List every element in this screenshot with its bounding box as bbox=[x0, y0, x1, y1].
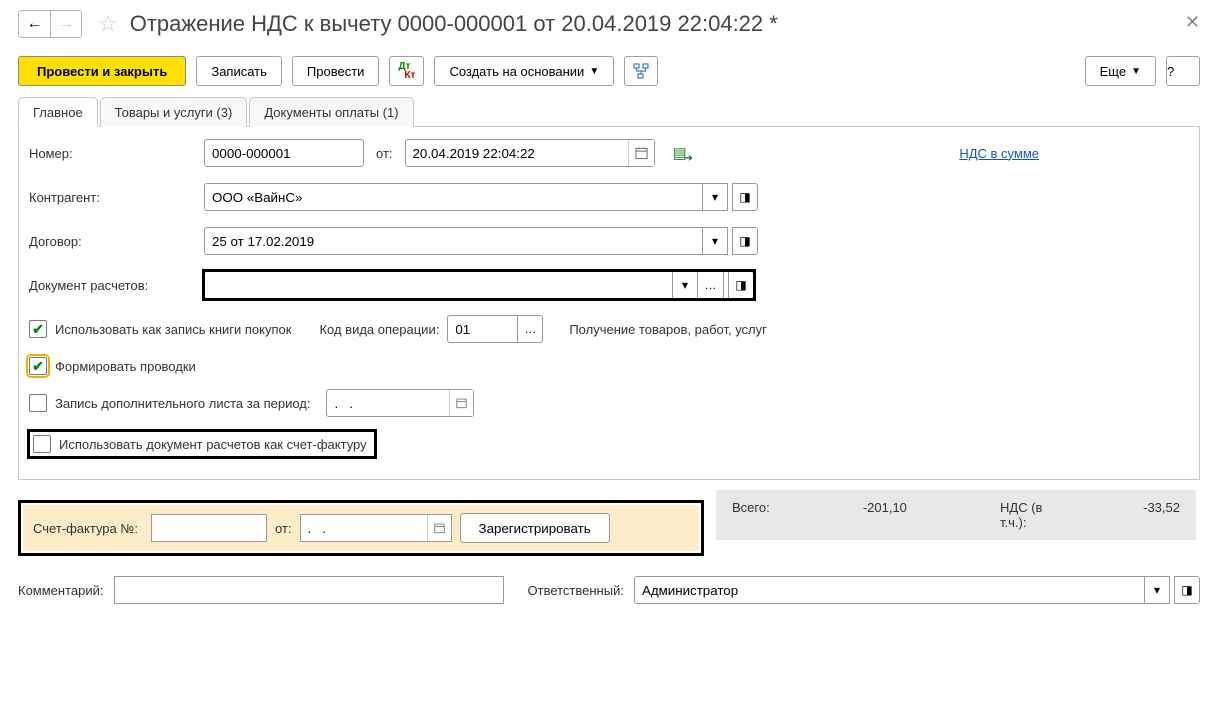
settlement-doc-select-button[interactable]: … bbox=[698, 271, 724, 299]
number-label: Номер: bbox=[29, 146, 204, 161]
use-settlement-as-invoice-label: Использовать документ расчетов как счет-… bbox=[59, 437, 367, 452]
counterparty-label: Контрагент: bbox=[29, 190, 204, 205]
contract-open-button[interactable]: ◨ bbox=[732, 227, 758, 255]
page-title: Отражение НДС к вычету 0000-000001 от 20… bbox=[130, 11, 778, 37]
debit-credit-button[interactable]: ДтКт bbox=[389, 56, 424, 86]
contract-label: Договор: bbox=[29, 234, 204, 249]
op-code-select-button[interactable]: … bbox=[517, 315, 543, 343]
responsible-label: Ответственный: bbox=[528, 583, 624, 598]
post-button[interactable]: Провести bbox=[292, 56, 380, 86]
contract-input[interactable] bbox=[204, 227, 702, 255]
settlement-doc-input[interactable] bbox=[204, 271, 672, 299]
dtkt-icon: ДтКт bbox=[398, 62, 415, 80]
generate-postings-label: Формировать проводки bbox=[55, 359, 196, 374]
invoice-calendar-button[interactable] bbox=[427, 515, 451, 541]
counterparty-input[interactable] bbox=[204, 183, 702, 211]
vat-value: -33,52 bbox=[1143, 500, 1180, 515]
settlement-doc-label: Документ расчетов: bbox=[29, 278, 204, 293]
apply-icon[interactable]: ▤➔ bbox=[673, 144, 687, 162]
extra-sheet-calendar-button[interactable] bbox=[449, 390, 473, 416]
tab-payments[interactable]: Документы оплаты (1) bbox=[249, 97, 413, 127]
comment-label: Комментарий: bbox=[18, 583, 104, 598]
settlement-doc-group: ▾ … ◨ bbox=[204, 271, 754, 299]
responsible-input[interactable] bbox=[634, 576, 1144, 604]
structure-button[interactable] bbox=[624, 56, 658, 86]
op-code-input[interactable] bbox=[447, 315, 517, 343]
chevron-down-icon: ▼ bbox=[589, 66, 599, 77]
op-code-description: Получение товаров, работ, услуг bbox=[569, 322, 767, 337]
tab-goods[interactable]: Товары и услуги (3) bbox=[100, 97, 248, 127]
create-based-on-button[interactable]: Создать на основании ▼ bbox=[434, 56, 614, 86]
nav-forward-button[interactable]: → bbox=[50, 10, 82, 38]
counterparty-open-button[interactable]: ◨ bbox=[732, 183, 758, 211]
calendar-icon bbox=[456, 396, 467, 410]
save-button[interactable]: Записать bbox=[196, 56, 282, 86]
chevron-down-icon: ▼ bbox=[1131, 66, 1141, 77]
post-and-close-button[interactable]: Провести и закрыть bbox=[18, 56, 186, 86]
counterparty-dropdown-button[interactable]: ▾ bbox=[702, 183, 728, 211]
responsible-open-button[interactable]: ◨ bbox=[1174, 576, 1200, 604]
create-based-on-label: Создать на основании bbox=[449, 64, 584, 79]
date-input[interactable] bbox=[405, 139, 655, 167]
total-value: -201,10 bbox=[863, 500, 907, 515]
extra-sheet-checkbox[interactable] bbox=[29, 394, 47, 412]
settlement-doc-dropdown-button[interactable]: ▾ bbox=[672, 271, 698, 299]
invoice-label: Счет-фактура №: bbox=[33, 521, 143, 536]
tab-main[interactable]: Главное bbox=[18, 97, 98, 127]
generate-postings-checkbox[interactable]: ✔ bbox=[29, 357, 47, 375]
calendar-button[interactable] bbox=[628, 140, 654, 166]
vat-mode-link[interactable]: НДС в сумме bbox=[959, 146, 1039, 161]
register-invoice-button[interactable]: Зарегистрировать bbox=[460, 513, 610, 543]
responsible-dropdown-button[interactable]: ▾ bbox=[1144, 576, 1170, 604]
invoice-group: Счет-фактура №: от: Зарегистрировать bbox=[18, 500, 704, 556]
from-label: от: bbox=[376, 146, 393, 161]
use-as-book-entry-checkbox[interactable]: ✔ bbox=[29, 320, 47, 338]
number-input[interactable] bbox=[204, 139, 364, 167]
op-code-label: Код вида операции: bbox=[319, 322, 439, 337]
calendar-icon bbox=[635, 146, 648, 160]
more-button[interactable]: Еще ▼ bbox=[1085, 56, 1156, 86]
more-label: Еще bbox=[1100, 64, 1126, 79]
totals-panel: Всего: -201,10 НДС (в т.ч.): -33,52 bbox=[716, 490, 1196, 540]
settlement-doc-open-button[interactable]: ◨ bbox=[728, 271, 754, 299]
invoice-number-input[interactable] bbox=[151, 514, 267, 542]
nav-back-button[interactable]: ← bbox=[18, 10, 50, 38]
contract-dropdown-button[interactable]: ▾ bbox=[702, 227, 728, 255]
close-icon[interactable]: ✕ bbox=[1185, 12, 1200, 33]
use-settlement-as-invoice-row: Использовать документ расчетов как счет-… bbox=[29, 431, 375, 457]
extra-sheet-label: Запись дополнительного листа за период: bbox=[55, 396, 310, 411]
invoice-from-label: от: bbox=[275, 521, 292, 536]
comment-input[interactable] bbox=[114, 576, 504, 604]
total-label: Всего: bbox=[732, 500, 770, 515]
use-as-book-entry-label: Использовать как запись книги покупок bbox=[55, 322, 291, 337]
calendar-icon bbox=[434, 521, 445, 535]
favorite-star-icon[interactable]: ☆ bbox=[98, 11, 118, 37]
use-settlement-as-invoice-checkbox[interactable] bbox=[33, 435, 51, 453]
help-button[interactable]: ? bbox=[1166, 56, 1200, 86]
hierarchy-icon bbox=[633, 63, 649, 79]
vat-label: НДС (в т.ч.): bbox=[1000, 500, 1050, 530]
